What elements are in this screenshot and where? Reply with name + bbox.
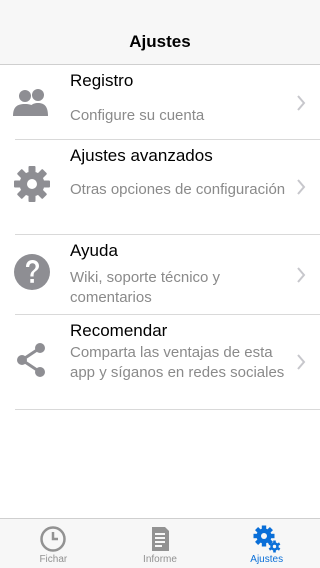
clock-icon <box>39 525 67 553</box>
settings-item-registro[interactable]: Registro Configure su cuenta <box>12 65 320 140</box>
gears-icon <box>253 525 281 553</box>
settings-item-ajustes-avanzados[interactable]: Ajustes avanzados Otras opciones de conf… <box>12 140 320 235</box>
chevron-right-icon <box>296 95 306 111</box>
share-icon <box>12 340 52 380</box>
settings-list: Registro Configure su cuenta Ajustes ava… <box>0 65 320 410</box>
help-icon <box>12 252 52 292</box>
tab-label: Ajustes <box>250 554 284 565</box>
settings-item-recomendar[interactable]: Recomendar Comparta las ventajas de esta… <box>15 315 320 410</box>
tab-informe[interactable]: Informe <box>107 519 214 568</box>
settings-item-label: Registro <box>70 71 134 90</box>
tab-label: Fichar <box>39 554 68 565</box>
settings-item-description: Otras opciones de configuración <box>70 181 286 198</box>
settings-item-description: Wiki, soporte técnico y comentarios <box>70 269 221 306</box>
tab-ajustes[interactable]: Ajustes <box>213 519 320 568</box>
chevron-right-icon <box>296 179 306 195</box>
tab-bar: Fichar Informe Ajustes <box>0 518 320 568</box>
people-icon <box>12 82 52 122</box>
settings-item-label: Ayuda <box>70 241 118 260</box>
settings-item-ayuda[interactable]: Ayuda Wiki, soporte técnico y comentario… <box>12 235 320 315</box>
navigation-bar: Ajustes <box>0 0 320 65</box>
settings-item-label: Recomendar <box>70 321 168 340</box>
tab-label: Informe <box>143 554 177 565</box>
tab-fichar[interactable]: Fichar <box>0 519 107 568</box>
document-icon <box>146 525 174 553</box>
chevron-right-icon <box>296 267 306 283</box>
page-title: Ajustes <box>129 32 191 51</box>
settings-item-label: Ajustes avanzados <box>70 146 213 165</box>
chevron-right-icon <box>296 354 306 370</box>
settings-item-description: Comparta las ventajas de esta app y síga… <box>70 344 285 381</box>
gear-icon <box>12 164 52 204</box>
settings-item-description: Configure su cuenta <box>70 107 205 124</box>
